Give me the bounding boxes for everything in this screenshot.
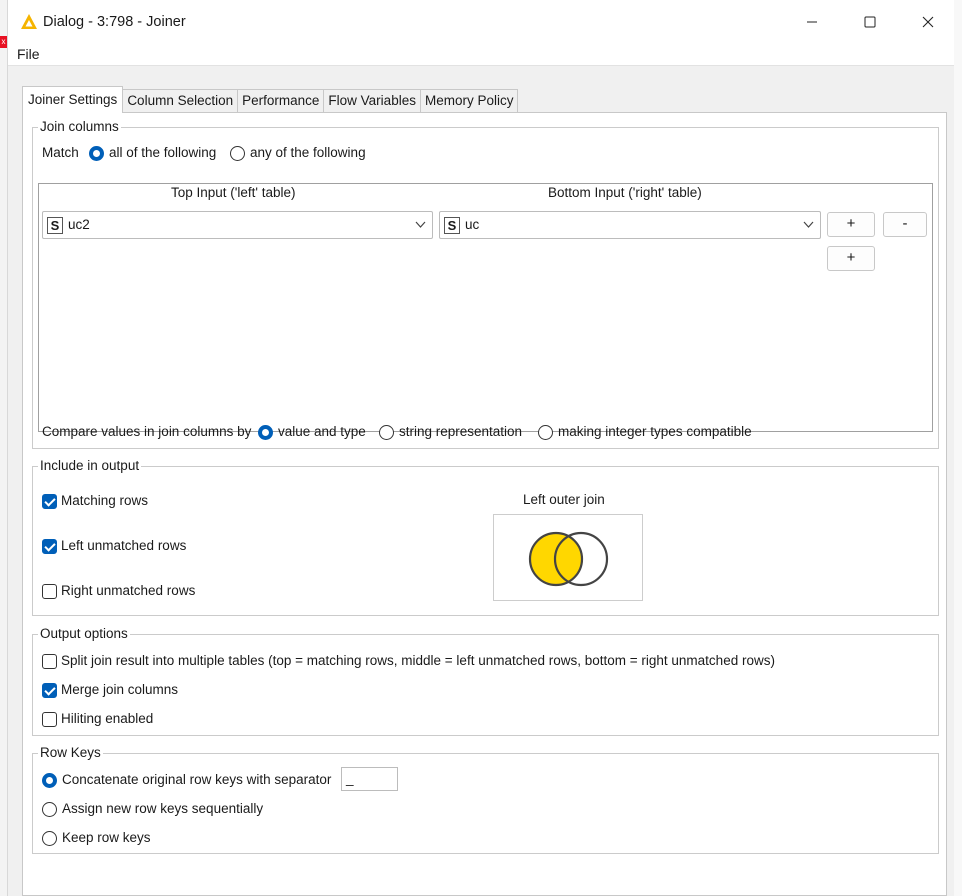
assign-row-keys-label[interactable]: Assign new row keys sequentially [62, 801, 263, 816]
left-join-column-value: uc2 [68, 217, 90, 232]
close-icon [922, 16, 934, 28]
matching-rows-checkbox[interactable] [42, 494, 57, 509]
top-input-header: Top Input ('left' table) [171, 185, 296, 200]
tab-memory-policy[interactable]: Memory Policy [419, 89, 519, 113]
tab-bar: Joiner Settings Column Selection Perform… [22, 86, 519, 113]
compare-value-type-label[interactable]: value and type [278, 424, 366, 439]
add-condition-button[interactable]: + [827, 246, 875, 271]
join-venn-diagram [493, 514, 643, 601]
string-type-icon: S [444, 217, 460, 234]
keep-row-keys-label[interactable]: Keep row keys [62, 830, 151, 845]
tab-flow-variables[interactable]: Flow Variables [323, 89, 421, 113]
match-all-radio[interactable] [89, 146, 104, 161]
merge-join-columns-checkbox[interactable] [42, 683, 57, 698]
join-columns-title: Join columns [38, 119, 121, 134]
match-label: Match [42, 145, 79, 160]
row-keys-title: Row Keys [38, 745, 103, 760]
match-any-label[interactable]: any of the following [250, 145, 366, 160]
background-app-strip: x [0, 0, 8, 896]
remove-row-button[interactable]: - [883, 212, 927, 237]
merge-join-columns-label[interactable]: Merge join columns [61, 682, 178, 697]
split-result-label[interactable]: Split join result into multiple tables (… [61, 653, 775, 668]
string-type-icon: S [47, 217, 63, 234]
hiliting-label[interactable]: Hiliting enabled [61, 711, 153, 726]
background-app-strip-right [954, 0, 962, 896]
bottom-input-header: Bottom Input ('right' table) [548, 185, 702, 200]
compare-integer-label[interactable]: making integer types compatible [558, 424, 752, 439]
minimize-button[interactable] [783, 0, 841, 44]
right-unmatched-label[interactable]: Right unmatched rows [61, 583, 195, 598]
joiner-settings-panel: Join columns Match all of the following … [22, 112, 947, 896]
output-options-group: Output options Split join result into mu… [32, 626, 939, 736]
right-join-column-select[interactable]: S uc [439, 211, 821, 239]
join-columns-table: Top Input ('left' table) Bottom Input ('… [38, 183, 933, 432]
left-unmatched-label[interactable]: Left unmatched rows [61, 538, 186, 553]
matching-rows-label[interactable]: Matching rows [61, 493, 148, 508]
join-type-label: Left outer join [523, 492, 605, 507]
compare-string-label[interactable]: string representation [399, 424, 522, 439]
keep-row-keys-radio[interactable] [42, 831, 57, 846]
compare-integer-radio[interactable] [538, 425, 553, 440]
chevron-down-icon [803, 221, 814, 228]
row-keys-group: Row Keys Concatenate original row keys w… [32, 745, 939, 854]
knime-triangle-icon [21, 14, 37, 29]
left-outer-join-venn-icon [528, 531, 609, 587]
hiliting-checkbox[interactable] [42, 712, 57, 727]
window-title: Dialog - 3:798 - Joiner [43, 14, 186, 30]
compare-value-type-radio[interactable] [258, 425, 273, 440]
join-columns-group: Join columns Match all of the following … [32, 119, 939, 449]
title-bar[interactable]: Dialog - 3:798 - Joiner [8, 0, 954, 44]
compare-label: Compare values in join columns by [42, 424, 252, 439]
chevron-down-icon [415, 221, 426, 228]
split-result-checkbox[interactable] [42, 654, 57, 669]
menu-file[interactable]: File [17, 46, 40, 62]
match-any-radio[interactable] [230, 146, 245, 161]
tab-joiner-settings[interactable]: Joiner Settings [22, 86, 124, 113]
maximize-icon [864, 16, 876, 28]
tab-column-selection[interactable]: Column Selection [122, 89, 239, 113]
right-join-column-value: uc [465, 217, 480, 232]
tab-performance[interactable]: Performance [237, 89, 325, 113]
output-options-title: Output options [38, 626, 130, 641]
right-unmatched-checkbox[interactable] [42, 584, 57, 599]
menu-bar: File [8, 44, 954, 66]
concat-row-keys-label[interactable]: Concatenate original row keys with separ… [62, 772, 331, 787]
dialog-window: Dialog - 3:798 - Joiner File Joiner Sett… [8, 0, 954, 896]
concat-row-keys-radio[interactable] [42, 773, 57, 788]
add-row-button[interactable]: + [827, 212, 875, 237]
maximize-button[interactable] [841, 0, 899, 44]
left-join-column-select[interactable]: S uc2 [42, 211, 433, 239]
separator-input[interactable]: _ [341, 767, 398, 791]
background-close-icon: x [0, 36, 7, 48]
minimize-icon [807, 21, 817, 23]
compare-string-radio[interactable] [379, 425, 394, 440]
close-button[interactable] [899, 0, 957, 44]
include-in-output-title: Include in output [38, 458, 142, 473]
include-in-output-group: Include in output Matching rows Left unm… [32, 458, 939, 616]
assign-row-keys-radio[interactable] [42, 802, 57, 817]
left-unmatched-checkbox[interactable] [42, 539, 57, 554]
match-all-label[interactable]: all of the following [109, 145, 216, 160]
